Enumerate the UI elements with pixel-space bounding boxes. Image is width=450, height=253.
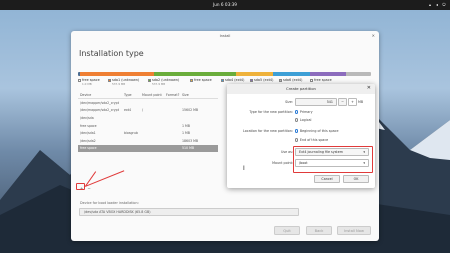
- cancel-button[interactable]: Cancel: [314, 175, 340, 183]
- cell-size: 1 MB: [182, 131, 190, 136]
- cell-size: 15602 MB: [182, 108, 199, 113]
- location-end-radio[interactable]: End of this space: [295, 138, 328, 142]
- cell-device: /dev/sda1: [80, 131, 96, 136]
- legend-label: free space: [314, 78, 332, 82]
- size-decrement-button[interactable]: −: [338, 98, 347, 106]
- partition-bar-segment: [346, 72, 371, 76]
- install-now-button[interactable]: Install Now: [337, 226, 371, 235]
- legend-swatch: [250, 78, 253, 82]
- cell-size: 1 MB: [182, 123, 190, 128]
- table-row[interactable]: /dev/sda1 biosgrub 1 MB: [78, 129, 218, 137]
- location-beginning-radio[interactable]: Beginning of this space: [295, 129, 338, 133]
- partition-bar-segment: [80, 72, 154, 76]
- cell-device: /dev/sda2: [80, 138, 96, 143]
- legend-item: free space: [190, 78, 212, 82]
- mount-point-label: Mount point:: [272, 161, 293, 165]
- use-as-label: Use as:: [280, 150, 293, 154]
- table-header: Device Type Mount point Format? Size: [78, 92, 218, 99]
- location-beginning-label: Beginning of this space: [299, 129, 339, 133]
- cell-device: free space: [80, 146, 97, 151]
- legend-swatch: [310, 78, 313, 82]
- type-primary-label: Primary: [299, 110, 313, 114]
- partition-table: Device Type Mount point Format? Size /de…: [78, 92, 218, 153]
- radio-selected-icon: [295, 110, 299, 114]
- legend-swatch: [190, 78, 193, 82]
- location-end-label: End of this space: [299, 138, 329, 142]
- cell-type: ext4: [124, 108, 132, 113]
- legend-swatch: [78, 78, 81, 82]
- legend-size: 537.9 MB: [152, 82, 166, 86]
- legend-label: sda6 (ext4): [283, 78, 303, 82]
- ok-button[interactable]: OK: [343, 175, 369, 183]
- type-label: Type for the new partition:: [249, 110, 293, 114]
- cell-mount: /: [142, 108, 144, 113]
- legend-label: sda5 (ext4): [254, 78, 274, 82]
- radio-icon: [295, 138, 299, 142]
- page-title: Installation type: [79, 49, 144, 58]
- type-primary-radio[interactable]: Primary: [295, 110, 313, 114]
- annotation-box-use-as: [293, 146, 373, 173]
- quit-button[interactable]: Quit: [274, 226, 300, 235]
- remove-partition-button[interactable]: −: [87, 186, 90, 191]
- header-mount[interactable]: Mount point: [142, 93, 166, 97]
- partition-bar-segment: [235, 72, 273, 76]
- header-format[interactable]: Format?: [166, 93, 182, 97]
- cell-size: 510 MB: [182, 146, 195, 151]
- table-row[interactable]: /dev/mapper/sda2_crypt: [78, 99, 218, 107]
- header-device[interactable]: Device: [78, 93, 124, 97]
- bootloader-label: Device for boot loader installation:: [80, 201, 139, 205]
- partition-bar-segment: [153, 72, 236, 76]
- header-type[interactable]: Type: [124, 93, 142, 97]
- partition-bar-segment: [309, 72, 347, 76]
- table-row[interactable]: /dev/mapper/sda2_crypt ext4 / 15602 MB: [78, 107, 218, 115]
- dialog-close-icon[interactable]: ✕: [367, 86, 371, 91]
- type-logical-radio[interactable]: Logical: [295, 118, 311, 122]
- radio-icon: [295, 118, 299, 122]
- table-row[interactable]: free space 510 MB: [78, 144, 218, 153]
- legend-swatch: [221, 78, 224, 82]
- type-logical-label: Logical: [299, 118, 312, 122]
- window-title: Install: [219, 34, 231, 38]
- cell-type: biosgrub: [124, 131, 138, 136]
- table-row[interactable]: /dev/sda2 18603 MB: [78, 137, 218, 145]
- header-size[interactable]: Size: [182, 93, 196, 97]
- bootloader-select[interactable]: /dev/sda ATA VBOX HARDDISK (65.8 GB): [79, 208, 299, 216]
- annotation-box-add: [76, 183, 85, 190]
- location-label: Location for the new partition:: [243, 129, 293, 133]
- cell-device: free space: [80, 123, 97, 128]
- cell-device: /dev/mapper/sda2_crypt: [80, 108, 119, 113]
- radio-selected-icon: [295, 129, 299, 133]
- legend-swatch: [279, 78, 282, 82]
- back-button[interactable]: Back: [306, 226, 332, 235]
- size-increment-button[interactable]: +: [348, 98, 357, 106]
- table-row[interactable]: /dev/sda: [78, 114, 218, 122]
- text-cursor-icon: I: [243, 165, 245, 172]
- legend-item: free space 1.0 MB: [78, 78, 100, 86]
- size-unit: MB: [358, 100, 364, 104]
- size-input[interactable]: 541: [295, 98, 337, 106]
- dialog-title: Create partition: [227, 84, 375, 94]
- legend-label: free space: [194, 78, 212, 82]
- partition-bar: [78, 72, 371, 76]
- legend-label: sda4 (ext4): [225, 78, 245, 82]
- legend-item: free space: [310, 78, 332, 82]
- cell-device: /dev/sda: [80, 115, 94, 120]
- legend-item: sda5 (ext4): [250, 78, 273, 82]
- legend-size: 537.9 MB: [112, 82, 126, 86]
- table-row[interactable]: free space 1 MB: [78, 122, 218, 130]
- legend-swatch: [108, 78, 111, 82]
- legend-item: sda6 (ext4): [279, 78, 302, 82]
- partition-bar-segment: [272, 72, 310, 76]
- legend-item: sda2 (unknown) 537.9 MB: [148, 78, 179, 86]
- size-label: Size:: [285, 100, 293, 104]
- close-icon[interactable]: ✕: [372, 33, 375, 38]
- cell-device: /dev/mapper/sda2_crypt: [80, 100, 119, 105]
- legend-swatch: [148, 78, 151, 82]
- legend-item: sda4 (ext4): [221, 78, 244, 82]
- legend-item: sda1 (unknown) 537.9 MB: [108, 78, 139, 86]
- cell-size: 18603 MB: [182, 138, 199, 143]
- legend-size: 1.0 MB: [82, 82, 92, 86]
